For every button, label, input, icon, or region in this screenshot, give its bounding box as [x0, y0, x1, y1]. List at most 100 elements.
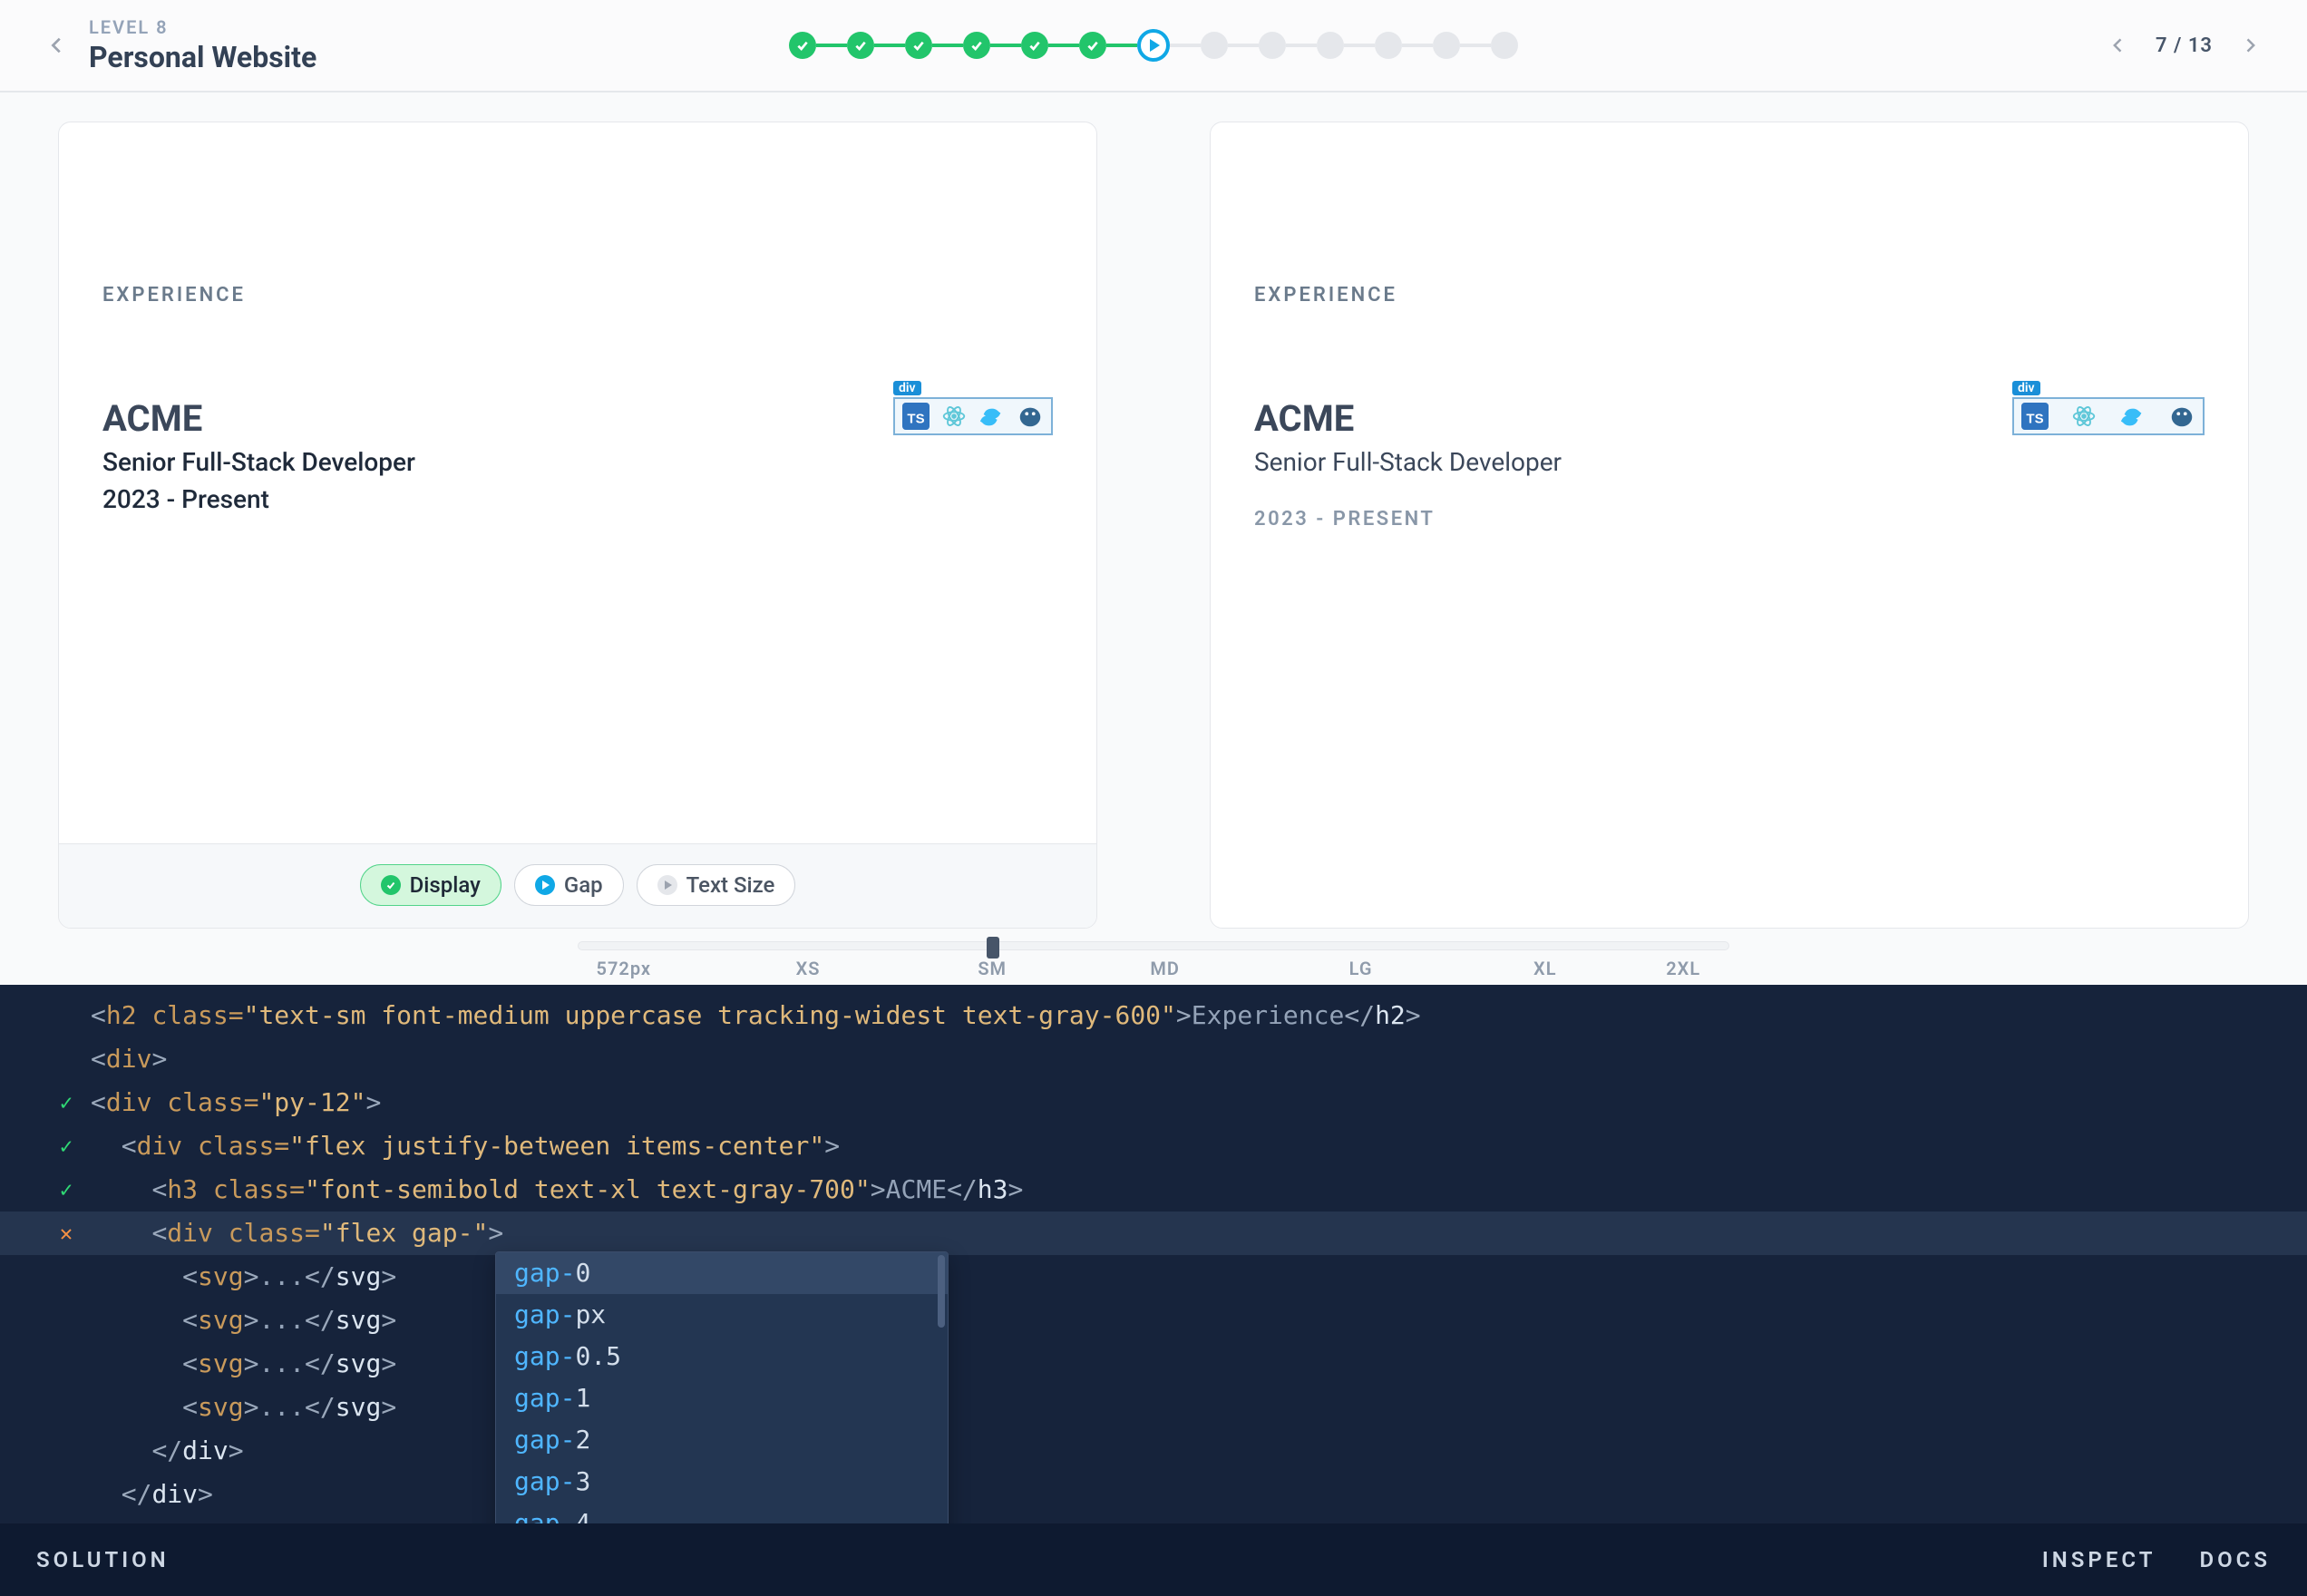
inspect-tag: div	[893, 381, 921, 395]
check-icon	[53, 1168, 80, 1212]
gutter	[53, 1299, 80, 1342]
breakpoint-label: XL	[1533, 958, 1556, 979]
progress-dot[interactable]	[1491, 32, 1518, 59]
slider-thumb[interactable]	[987, 937, 999, 959]
back-button[interactable]	[45, 34, 69, 57]
slider-ticks: 572px XS SM MD LG XL 2XL	[578, 958, 1729, 985]
code-line[interactable]: <div class="py-12">	[0, 1081, 2307, 1124]
tech-icons-highlight[interactable]: div TS	[893, 397, 1053, 435]
pill-label: Text Size	[686, 872, 775, 898]
gutter	[53, 1037, 80, 1081]
code-line[interactable]: <svg>...</svg>	[0, 1342, 2307, 1386]
progress-dot[interactable]	[1137, 29, 1170, 62]
autocomplete-option[interactable]: gap-2	[496, 1419, 948, 1461]
code-line[interactable]: <h3 class="font-semibold text-xl text-gr…	[0, 1168, 2307, 1212]
experience-text: ACME Senior Full-Stack Developer 2023 - …	[1254, 397, 1562, 530]
inspect-button[interactable]: INSPECT	[2042, 1547, 2156, 1572]
tech-icons-highlight[interactable]: div TS	[2012, 397, 2205, 435]
tailwind-icon	[2119, 403, 2146, 430]
chevron-left-icon	[2109, 36, 2127, 54]
progress-dot[interactable]	[1021, 32, 1048, 59]
task-pill[interactable]: Display	[360, 864, 501, 906]
gutter	[53, 1429, 80, 1473]
postgres-icon	[2168, 403, 2195, 430]
breakpoint-label: MD	[1150, 958, 1180, 979]
progress-dot[interactable]	[1079, 32, 1106, 59]
section-label: EXPERIENCE	[1254, 284, 2205, 307]
react-icon	[940, 403, 968, 430]
scrollbar[interactable]	[938, 1255, 945, 1328]
breakpoint-label: LG	[1349, 958, 1373, 979]
autocomplete-option[interactable]: gap-0.5	[496, 1336, 948, 1377]
preview-panes: EXPERIENCE ACME Senior Full-Stack Develo…	[0, 92, 2307, 929]
solution-button[interactable]: SOLUTION	[36, 1547, 170, 1572]
experience-row: ACME Senior Full-Stack Developer 2023 - …	[1254, 397, 2205, 530]
progress-dot[interactable]	[847, 32, 874, 59]
chevron-right-icon	[2241, 36, 2259, 54]
dates: 2023 - PRESENT	[1254, 508, 1562, 530]
pill-label: Display	[410, 872, 481, 898]
code-line[interactable]: <svg>...</svg>	[0, 1255, 2307, 1299]
svg-text:TS: TS	[2026, 412, 2043, 427]
step-count: 7 / 13	[2156, 34, 2213, 57]
autocomplete-option[interactable]: gap-px	[496, 1294, 948, 1336]
check-icon	[53, 1081, 80, 1124]
experience-text: ACME Senior Full-Stack Developer 2023 - …	[102, 397, 415, 514]
editor-footer: SOLUTION INSPECT DOCS	[0, 1523, 2307, 1596]
autocomplete-option[interactable]: gap-3	[496, 1461, 948, 1503]
code-line[interactable]: </div>	[0, 1473, 2307, 1516]
docs-button[interactable]: DOCS	[2199, 1547, 2271, 1572]
progress-dot[interactable]	[1375, 32, 1402, 59]
check-icon	[53, 1124, 80, 1168]
pane-inner: EXPERIENCE ACME Senior Full-Stack Develo…	[59, 240, 1096, 514]
tailwind-icon	[978, 403, 1006, 430]
autocomplete-option[interactable]: gap-0	[496, 1252, 948, 1294]
header: LEVEL 8 Personal Website 7 / 13	[0, 0, 2307, 92]
page-title: Personal Website	[89, 40, 316, 74]
breakpoint-label: XS	[796, 958, 821, 979]
slider-track[interactable]	[578, 941, 1729, 950]
gutter	[53, 1342, 80, 1386]
task-pill[interactable]: Text Size	[637, 864, 796, 906]
target-preview-pane: EXPERIENCE ACME Senior Full-Stack Develo…	[1210, 122, 2249, 929]
code-line[interactable]: </div>	[0, 1429, 2307, 1473]
progress-dot[interactable]	[905, 32, 932, 59]
code-line[interactable]: <svg>...</svg>	[0, 1386, 2307, 1429]
breakpoint-slider-area: 572px XS SM MD LG XL 2XL	[0, 929, 2307, 985]
progress-dot[interactable]	[963, 32, 990, 59]
code-editor[interactable]: <h2 class="text-sm font-medium uppercase…	[0, 985, 2307, 1529]
role: Senior Full-Stack Developer	[102, 447, 415, 477]
progress-dot[interactable]	[789, 32, 816, 59]
progress-dot[interactable]	[1201, 32, 1228, 59]
svg-text:TS: TS	[907, 412, 924, 427]
task-pill[interactable]: Gap	[514, 864, 624, 906]
postgres-icon	[1017, 403, 1044, 430]
breakpoint-slider[interactable]: 572px XS SM MD LG XL 2XL	[578, 941, 1729, 985]
slider-value-label: 572px	[597, 958, 652, 979]
inspect-tag: div	[2012, 381, 2040, 395]
code-line[interactable]: <div class="flex gap-">	[0, 1212, 2307, 1255]
breakpoint-label: 2XL	[1666, 958, 1700, 979]
code-line[interactable]: <div>	[0, 1037, 2307, 1081]
user-preview-pane: EXPERIENCE ACME Senior Full-Stack Develo…	[58, 122, 1097, 929]
typescript-icon: TS	[902, 403, 930, 430]
experience-row: ACME Senior Full-Stack Developer 2023 - …	[102, 397, 1053, 514]
pane-inner: EXPERIENCE ACME Senior Full-Stack Develo…	[1211, 240, 2248, 530]
autocomplete-popup[interactable]: gap-0gap-pxgap-0.5gap-1gap-2gap-3gap-4	[495, 1251, 949, 1529]
footer-right: INSPECT DOCS	[2042, 1547, 2271, 1572]
code-line[interactable]: <div class="flex justify-between items-c…	[0, 1124, 2307, 1168]
autocomplete-option[interactable]: gap-1	[496, 1377, 948, 1419]
dates: 2023 - Present	[102, 484, 415, 514]
code-line[interactable]: <svg>...</svg>	[0, 1299, 2307, 1342]
pane-footer: Display Gap Text Size	[59, 843, 1096, 928]
code-line[interactable]: <h2 class="text-sm font-medium uppercase…	[0, 994, 2307, 1037]
chevron-left-icon	[47, 35, 67, 55]
progress-dot[interactable]	[1259, 32, 1286, 59]
play-icon	[657, 875, 677, 895]
breakpoint-label: SM	[978, 958, 1007, 979]
progress-steps	[789, 29, 1518, 62]
next-step-button[interactable]	[2238, 34, 2262, 57]
progress-dot[interactable]	[1433, 32, 1460, 59]
prev-step-button[interactable]	[2107, 34, 2130, 57]
progress-dot[interactable]	[1317, 32, 1344, 59]
